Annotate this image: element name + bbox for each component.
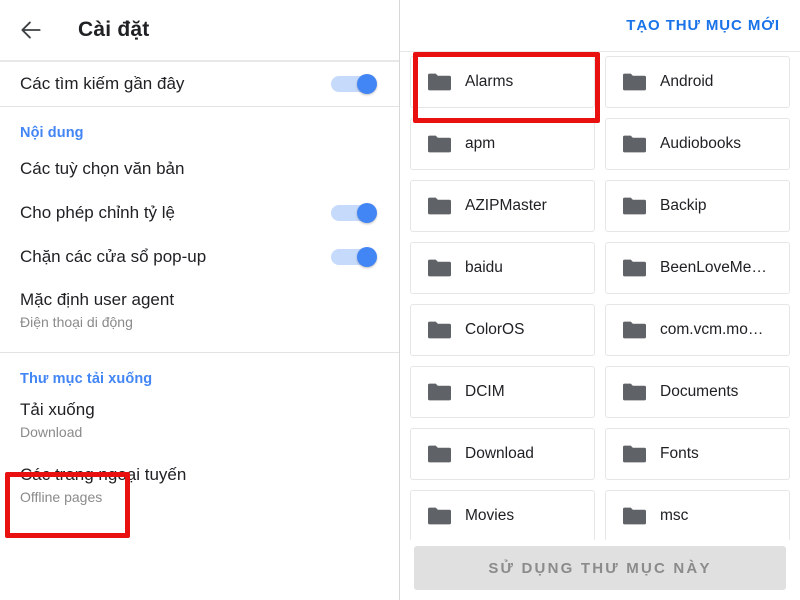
folder-label: Download: [465, 445, 534, 462]
folder-label: apm: [465, 135, 496, 152]
folder-card-azipmaster[interactable]: AZIPMaster: [410, 180, 595, 232]
folder-icon: [622, 320, 646, 340]
settings-row-download-folder[interactable]: Tải xuống Download: [0, 393, 399, 452]
row-texts: Chặn các cửa sổ pop-up: [20, 246, 319, 268]
folder-icon: [427, 72, 451, 92]
folder-card-beenloveme[interactable]: BeenLoveMe…: [605, 242, 790, 294]
settings-appbar: Cài đặt: [0, 0, 399, 60]
folder-card-dcim[interactable]: DCIM: [410, 366, 595, 418]
settings-row-sublabel: Offline pages: [20, 489, 103, 505]
settings-row-offline-pages[interactable]: Các trang ngoại tuyến Offline pages: [0, 452, 399, 517]
folder-picker-panel: TẠO THƯ MỤC MỚI Alarms Android apm Audio…: [400, 0, 800, 600]
use-folder-bar: SỬ DỤNG THƯ MỤC NÀY: [400, 540, 800, 600]
toggle-recent-searches[interactable]: [331, 74, 377, 94]
toggle-knob: [357, 74, 377, 94]
folder-label: msc: [660, 507, 689, 524]
settings-row-label: Cho phép chỉnh tỷ lệ: [20, 203, 175, 222]
folder-icon: [622, 196, 646, 216]
folder-icon: [622, 444, 646, 464]
folder-icon: [427, 444, 451, 464]
settings-row-sublabel: Download: [20, 424, 83, 440]
folder-icon: [427, 196, 451, 216]
section-header-download-folder: Thư mục tải xuống: [20, 371, 153, 387]
page-title: Cài đặt: [78, 18, 150, 41]
settings-row-label: Các tìm kiếm gần đây: [20, 74, 185, 93]
folder-card-alarms[interactable]: Alarms: [410, 56, 595, 108]
use-this-folder-button[interactable]: SỬ DỤNG THƯ MỤC NÀY: [414, 546, 786, 590]
settings-row-label: Các tuỳ chọn văn bản: [20, 159, 185, 178]
settings-row-recent-searches[interactable]: Các tìm kiếm gần đây: [0, 62, 399, 106]
row-texts: Các tìm kiếm gần đây: [20, 73, 319, 95]
toggle-force-zoom[interactable]: [331, 203, 377, 223]
toggle-knob: [357, 203, 377, 223]
settings-row-user-agent[interactable]: Mặc định user agent Điện thoại di động: [0, 279, 399, 342]
settings-row-label: Các trang ngoại tuyến: [20, 465, 187, 484]
folder-card-android[interactable]: Android: [605, 56, 790, 108]
folder-card-com-vcm-mo[interactable]: com.vcm.mo…: [605, 304, 790, 356]
arrow-left-icon[interactable]: [18, 17, 44, 43]
settings-row-text-options[interactable]: Các tuỳ chọn văn bản: [0, 147, 399, 191]
folder-card-baidu[interactable]: baidu: [410, 242, 595, 294]
folder-icon: [427, 382, 451, 402]
folder-card-documents[interactable]: Documents: [605, 366, 790, 418]
folder-icon: [622, 382, 646, 402]
folder-label: Movies: [465, 507, 515, 524]
folder-card-coloros[interactable]: ColorOS: [410, 304, 595, 356]
folder-grid: Alarms Android apm Audiobooks AZIPMaster…: [400, 52, 800, 542]
folder-label: Android: [660, 73, 714, 90]
folder-card-apm[interactable]: apm: [410, 118, 595, 170]
folder-label: Alarms: [465, 73, 514, 90]
folder-label: Documents: [660, 383, 739, 400]
folder-card-msc[interactable]: msc: [605, 490, 790, 542]
settings-row-label: Mặc định user agent: [20, 290, 175, 309]
folder-label: baidu: [465, 259, 503, 276]
row-texts: Mặc định user agent Điện thoại di động: [20, 289, 377, 332]
toggle-block-popups[interactable]: [331, 247, 377, 267]
settings-row-block-popups[interactable]: Chặn các cửa sổ pop-up: [0, 235, 399, 279]
folder-icon: [427, 134, 451, 154]
folder-card-movies[interactable]: Movies: [410, 490, 595, 542]
folder-label: DCIM: [465, 383, 505, 400]
row-texts: Các trang ngoại tuyến Offline pages: [20, 464, 377, 507]
folder-card-download[interactable]: Download: [410, 428, 595, 480]
section-header-content: Nội dung: [20, 125, 84, 141]
folder-icon: [622, 506, 646, 526]
screenshot-root: Cài đặt Các tìm kiếm gần đây Nội dung Cá…: [0, 0, 800, 600]
folder-card-audiobooks[interactable]: Audiobooks: [605, 118, 790, 170]
settings-row-label: Chặn các cửa sổ pop-up: [20, 247, 207, 266]
folder-icon: [427, 506, 451, 526]
create-new-folder-button[interactable]: TẠO THƯ MỤC MỚI: [622, 11, 784, 40]
row-texts: Tải xuống Download: [20, 399, 377, 442]
folder-icon: [622, 72, 646, 92]
settings-row-force-zoom[interactable]: Cho phép chỉnh tỷ lệ: [0, 191, 399, 235]
folder-icon: [427, 258, 451, 278]
folder-card-backip[interactable]: Backip: [605, 180, 790, 232]
settings-panel: Cài đặt Các tìm kiếm gần đây Nội dung Cá…: [0, 0, 400, 600]
folder-icon: [622, 258, 646, 278]
folder-label: com.vcm.mo…: [660, 321, 764, 338]
settings-row-label: Tải xuống: [20, 400, 95, 419]
folder-label: AZIPMaster: [465, 197, 547, 214]
folder-label: BeenLoveMe…: [660, 259, 767, 276]
row-texts: Cho phép chỉnh tỷ lệ: [20, 202, 319, 224]
row-texts: Các tuỳ chọn văn bản: [20, 158, 377, 180]
folder-icon: [427, 320, 451, 340]
folder-card-fonts[interactable]: Fonts: [605, 428, 790, 480]
folder-label: Audiobooks: [660, 135, 742, 152]
settings-row-sublabel: Điện thoại di động: [20, 314, 133, 330]
folder-label: Fonts: [660, 445, 699, 462]
picker-topbar: TẠO THƯ MỤC MỚI: [400, 0, 800, 52]
folder-label: ColorOS: [465, 321, 525, 338]
folder-icon: [622, 134, 646, 154]
toggle-knob: [357, 247, 377, 267]
folder-label: Backip: [660, 197, 707, 214]
